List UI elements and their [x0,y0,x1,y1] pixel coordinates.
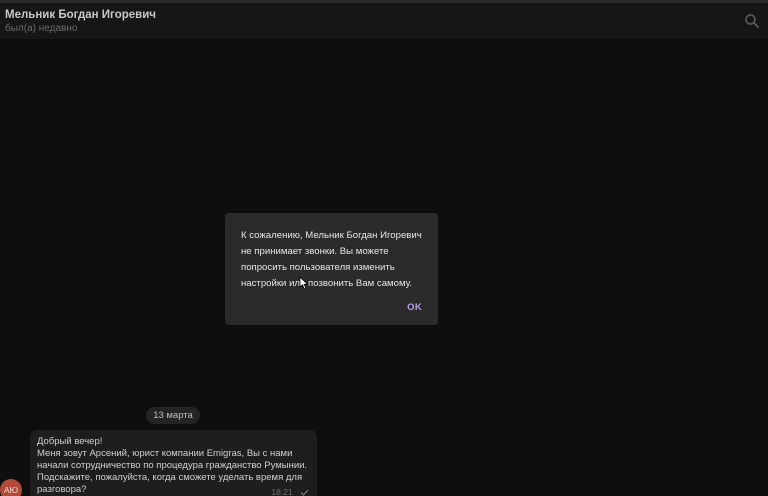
mouse-cursor-icon [299,276,309,290]
date-separator: 13 марта [146,407,200,424]
contact-status: был(а) недавно [5,23,78,34]
call-unavailable-dialog: К сожалению, Мельник Богдан Игоревич не … [225,213,438,325]
message-time: 18:21 [271,487,293,496]
chat-header[interactable]: Мельник Богдан Игоревич был(а) недавно [0,3,768,39]
read-check-icon [300,489,309,496]
message-bubble[interactable]: Добрый вечер! Меня зовут Арсений, юрист … [30,430,317,496]
message-question: Подскажите, пожалуйста, когда сможете уд… [37,472,303,495]
message-greeting: Добрый вечер! [37,436,103,447]
message-meta: 18:21 [271,486,309,496]
message-body: Меня зовут Арсений, юрист компании Emigr… [37,448,308,471]
dialog-message: К сожалению, Мельник Богдан Игоревич не … [241,230,422,289]
search-icon[interactable] [744,13,760,29]
chat-window: Мельник Богдан Игоревич был(а) недавно К… [0,0,768,496]
avatar[interactable]: АЮ [0,479,22,496]
ok-button[interactable]: OK [407,302,422,313]
contact-name[interactable]: Мельник Богдан Игоревич [5,9,156,21]
